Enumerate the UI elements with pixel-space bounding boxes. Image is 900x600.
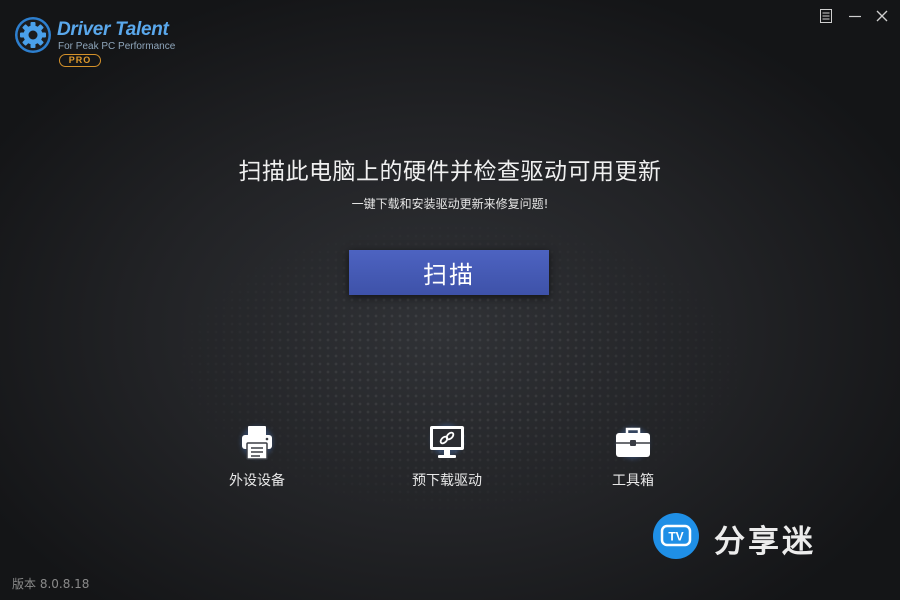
app-name: Driver Talent (57, 19, 169, 40)
edition-badge: PRO (59, 54, 101, 67)
watermark-logo: TV 分享迷 (650, 510, 850, 562)
version-label: 版本 8.0.8.18 (12, 577, 90, 591)
close-icon (876, 10, 888, 22)
minimize-icon (849, 15, 861, 18)
app-tagline: For Peak PC Performance (58, 41, 176, 52)
minimize-button[interactable] (847, 8, 863, 24)
tv-logo-icon: TV (653, 513, 699, 559)
monitor-download-icon (430, 424, 464, 458)
predownload-drivers-label: 预下载驱动 (412, 473, 482, 489)
scan-button[interactable]: 扫描 (349, 250, 549, 295)
gear-logo-icon (15, 17, 51, 53)
watermark-text: 分享迷 (714, 524, 816, 560)
peripheral-devices-label: 外设设备 (229, 473, 285, 489)
toolbox-icon (616, 427, 650, 459)
tv-logo-text: TV (668, 530, 683, 544)
menu-button[interactable] (818, 8, 834, 24)
menu-icon (820, 9, 832, 23)
page-subtitle: 一键下载和安装驱动更新来修复问题! (351, 197, 549, 211)
printer-icon (241, 426, 273, 460)
toolbox-button[interactable]: 工具箱 (573, 418, 693, 490)
close-button[interactable] (874, 8, 890, 24)
toolbox-label: 工具箱 (612, 473, 654, 489)
page-title: 扫描此电脑上的硬件并检查驱动可用更新 (238, 159, 662, 185)
peripheral-devices-button[interactable]: 外设设备 (197, 418, 317, 490)
app-logo: Driver Talent For Peak PC Performance PR… (14, 14, 184, 70)
predownload-drivers-button[interactable]: 预下载驱动 (387, 418, 507, 490)
app-window: Driver Talent For Peak PC Performance PR… (0, 0, 900, 600)
